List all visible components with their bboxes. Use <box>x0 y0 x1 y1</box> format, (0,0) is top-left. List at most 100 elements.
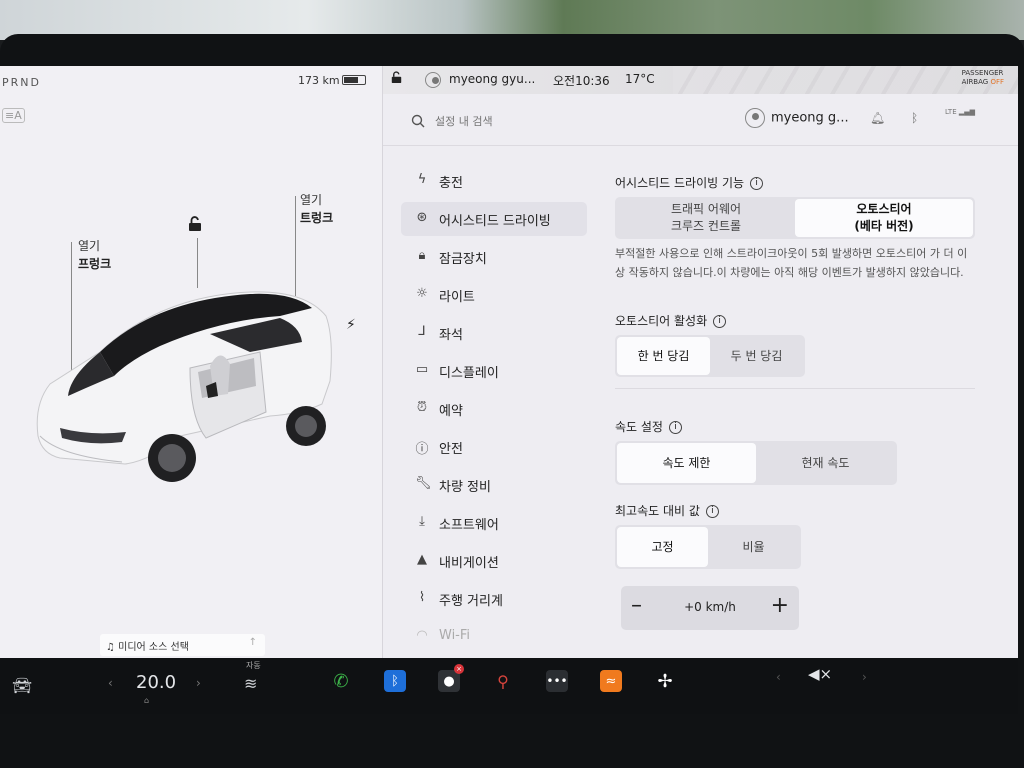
profile-status-icon[interactable] <box>425 72 441 88</box>
status-user-name[interactable]: myeong gyu... <box>449 72 535 86</box>
car-image <box>36 291 332 482</box>
lock-icon: 🔒︎ <box>418 248 426 263</box>
cabin-temperature[interactable]: 20.0 <box>136 672 176 693</box>
option-speed-limit[interactable]: 속도 제한 <box>617 443 756 483</box>
nav-item-assisted-driving[interactable]: ⊛ 어시스티드 드라이빙 <box>401 202 587 236</box>
profile-button[interactable]: myeong g... <box>745 108 849 128</box>
profile-name: myeong g... <box>771 110 849 126</box>
bluetooth-app-icon[interactable]: ᛒ <box>384 670 406 692</box>
alarm-icon: ⏰︎ <box>416 400 428 415</box>
option-label: 오토스티어 <box>856 202 912 216</box>
option-traffic-aware-cruise[interactable]: 트래픽 어웨어 크루즈 컨트롤 <box>617 199 795 237</box>
nav-item-schedule[interactable]: ⏰︎ 예약 <box>401 392 587 426</box>
info-icon[interactable]: i <box>668 421 682 434</box>
option-single-pull[interactable]: 한 번 당김 <box>617 337 710 375</box>
fan-icon: ⌂ <box>144 696 150 705</box>
battery-icon <box>342 75 366 85</box>
bluetooth-icon[interactable]: ᛒ <box>911 111 918 125</box>
nav-label: 라이트 <box>439 290 475 305</box>
nav-label: Wi-Fi <box>439 628 471 643</box>
airbag-label-line1: PASSENGER <box>961 69 1004 77</box>
unlock-status-icon[interactable] <box>391 71 402 87</box>
nav-item-service[interactable]: 🔧︎ 차량 정비 <box>401 468 587 502</box>
joystick-icon[interactable]: ⚲ <box>492 670 514 692</box>
seat-heater-icon[interactable]: ≋ <box>244 674 257 693</box>
nav-label: 안전 <box>439 442 463 457</box>
chevron-up-icon: ↑ <box>248 637 257 648</box>
option-autosteer[interactable]: 오토스티어 (베타 버전) <box>795 199 973 237</box>
alert-icon: ⓘ <box>415 442 429 457</box>
car-icon[interactable]: 🚘︎ <box>12 676 32 695</box>
audible-icon[interactable]: ≈ <box>600 670 622 692</box>
mute-icon[interactable]: ◀︎× <box>808 665 832 683</box>
nav-item-safety[interactable]: ⓘ 안전 <box>401 430 587 464</box>
info-icon[interactable]: i <box>705 505 719 518</box>
assist-feature-toggle: 트래픽 어웨어 크루즈 컨트롤 오토스티어 (베타 버전) <box>615 197 975 239</box>
info-icon[interactable]: i <box>750 177 764 190</box>
speed-setting-section: 속도 설정 i <box>615 418 897 435</box>
offset-section: 최고속도 대비 값 i <box>615 502 801 519</box>
battery-range: 173 km <box>298 74 340 87</box>
charge-port-icon[interactable]: ⚡ <box>346 317 356 333</box>
nav-item-trips[interactable]: ⌇ 주행 거리계 <box>401 582 587 616</box>
trunk-callout-line <box>295 196 296 296</box>
status-bar: myeong gyu... 오전10:36 17°C PASSENGER AIR… <box>383 66 1018 94</box>
temp-down-button[interactable]: ‹ <box>108 676 113 690</box>
nav-item-charging[interactable]: ϟ 충전 <box>401 164 587 198</box>
avatar <box>745 108 765 128</box>
nav-label: 어시스티드 드라이빙 <box>439 214 551 229</box>
option-percentage[interactable]: 비율 <box>708 527 799 567</box>
nav-label: 디스플레이 <box>439 366 499 381</box>
frunk-label: 프렁크 <box>78 257 112 271</box>
option-current-speed[interactable]: 현재 속도 <box>756 443 895 483</box>
phone-icon[interactable]: ✆ <box>330 670 352 692</box>
section-title: 오토스티어 활성화 <box>615 314 708 328</box>
section-title: 최고속도 대비 값 <box>615 504 700 518</box>
fan-speed-icon[interactable]: ✢ <box>654 670 676 692</box>
steering-wheel-icon: ⊛ <box>416 210 428 225</box>
increase-button[interactable]: + <box>771 594 789 618</box>
nav-item-locks[interactable]: 🔒︎ 잠금장치 <box>401 240 587 274</box>
nav-item-wifi[interactable]: ◠ Wi-Fi <box>401 620 587 654</box>
temp-up-button[interactable]: › <box>196 676 201 690</box>
speed-offset-stepper: – +0 km/h + <box>621 586 799 630</box>
bell-icon[interactable]: 🔔︎ <box>870 111 885 125</box>
section-title: 어시스티드 드라이빙 기능 <box>615 176 745 190</box>
nav-item-seats[interactable]: ⅃ 좌석 <box>401 316 587 350</box>
dashcam-error-badge: × <box>454 664 464 674</box>
volume-up-button[interactable]: › <box>862 670 867 684</box>
speed-setting-toggle: 속도 제한 현재 속도 <box>615 441 897 485</box>
passenger-airbag-indicator: PASSENGER AIRBAG OFF <box>962 69 1004 87</box>
unlock-icon[interactable] <box>188 216 202 232</box>
assist-feature-section: 어시스티드 드라이빙 기능 i <box>615 174 975 191</box>
odometer-icon: ⌇ <box>418 590 426 605</box>
nav-item-display[interactable]: ▭ 디스플레이 <box>401 354 587 388</box>
option-double-pull[interactable]: 두 번 당김 <box>710 337 803 375</box>
sun-icon: ☼ <box>416 286 428 301</box>
activation-toggle: 한 번 당김 두 번 당김 <box>615 335 805 377</box>
nav-item-software[interactable]: ⤓ 소프트웨어 <box>401 506 587 540</box>
gear-indicator: PRND <box>2 76 41 89</box>
download-icon: ⤓ <box>419 514 425 529</box>
volume-down-button[interactable]: ‹ <box>776 670 781 684</box>
settings-panel: myeong gyu... 오전10:36 17°C PASSENGER AIR… <box>383 66 1018 658</box>
more-apps-icon[interactable]: ••• <box>546 670 568 692</box>
option-label: 트래픽 어웨어 <box>670 202 742 216</box>
nav-item-lights[interactable]: ☼ 라이트 <box>401 278 587 312</box>
nav-label: 충전 <box>439 176 463 191</box>
media-source-selector[interactable]: ♫ 미디어 소스 선택 ↑ <box>100 634 265 656</box>
settings-search-input[interactable] <box>435 111 715 131</box>
strikeout-description: 부적절한 사용으로 인해 스트라이크아웃이 5회 발생하면 오토스티어 가 더 … <box>615 247 968 279</box>
info-icon[interactable]: i <box>713 315 727 328</box>
music-note-icon: ♫ <box>106 642 119 653</box>
frunk-action-label: 열기 <box>78 239 101 253</box>
lte-signal-icon: LTE ▂▄▆ <box>945 108 976 116</box>
autosteer-activation-section: 오토스티어 활성화 i <box>615 312 805 329</box>
section-divider <box>615 388 975 389</box>
nav-label: 소프트웨어 <box>439 518 499 533</box>
auto-headlight-icon: ≡A <box>2 108 25 123</box>
nav-item-navigation[interactable]: ▲ 내비게이션 <box>401 544 587 578</box>
frunk-open-button[interactable]: 열기 프렁크 <box>78 237 111 273</box>
option-fixed[interactable]: 고정 <box>617 527 708 567</box>
trunk-open-button[interactable]: 열기 트렁크 <box>300 191 333 227</box>
